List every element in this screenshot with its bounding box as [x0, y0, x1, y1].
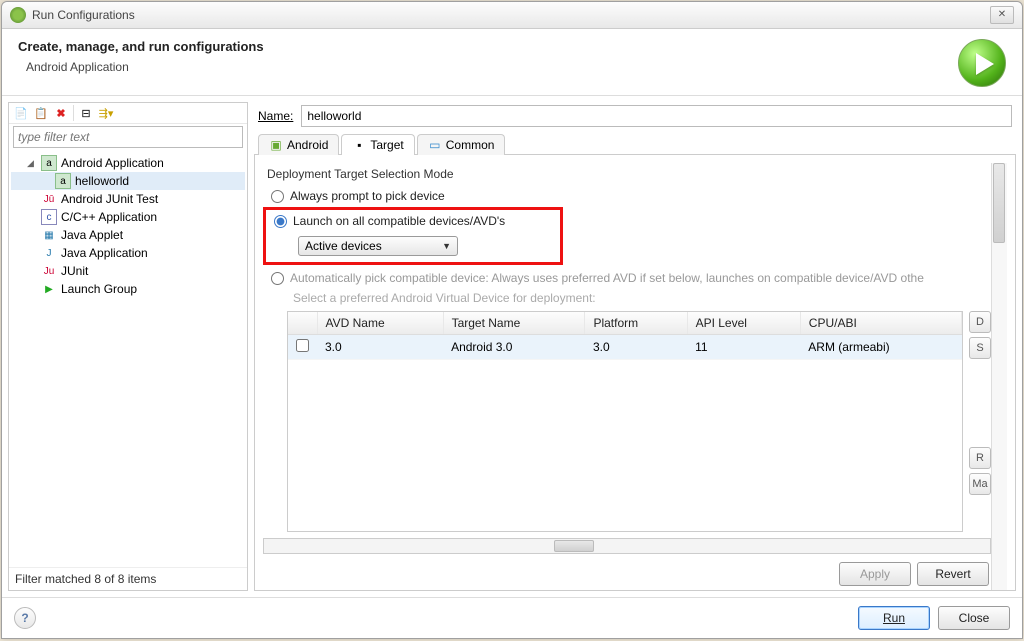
config-toolbar: 📄 📋 ✖ ⊟ ⇶▾ [9, 103, 247, 124]
run-config-dialog: Run Configurations ✕ Create, manage, and… [1, 1, 1023, 639]
section-title: Deployment Target Selection Mode [267, 167, 991, 181]
radio-launch-all-input[interactable] [274, 215, 287, 228]
tab-android[interactable]: ▣ Android [258, 134, 339, 155]
titlebar[interactable]: Run Configurations ✕ [2, 2, 1022, 29]
name-label: Name: [258, 109, 293, 123]
target-tab-icon: ▪ [352, 138, 366, 152]
tree-item-android-app[interactable]: ◢ a Android Application [11, 154, 245, 172]
cell-avd: 3.0 [317, 335, 443, 360]
close-button[interactable]: Close [938, 606, 1010, 630]
radio-auto[interactable]: Automatically pick compatible device: Al… [263, 269, 991, 287]
chevron-down-icon: ▼ [442, 241, 451, 251]
tree-item-helloworld[interactable]: a helloworld [11, 172, 245, 190]
cell-api: 11 [687, 335, 800, 360]
app-icon [10, 7, 26, 23]
highlight-annotation: Launch on all compatible devices/AVD's A… [263, 207, 563, 265]
avd-row-checkbox[interactable] [296, 339, 309, 352]
filter-input[interactable] [13, 126, 243, 148]
android-config-icon: a [55, 173, 71, 189]
tree-label: helloworld [75, 174, 129, 188]
common-tab-icon: ▭ [428, 138, 442, 152]
cell-platform: 3.0 [585, 335, 687, 360]
filter-icon[interactable]: ⇶▾ [98, 105, 114, 121]
tree-label: C/C++ Application [61, 210, 157, 224]
delete-config-icon[interactable]: ✖ [53, 105, 69, 121]
radio-prompt[interactable]: Always prompt to pick device [263, 187, 991, 205]
combo-value: Active devices [305, 239, 382, 253]
vertical-scrollbar[interactable] [991, 163, 1007, 590]
tab-label: Android [287, 138, 328, 152]
horizontal-scrollbar[interactable] [263, 538, 991, 554]
col-api[interactable]: API Level [687, 312, 800, 335]
config-name-input[interactable] [301, 105, 1012, 127]
header: Create, manage, and run configurations A… [2, 29, 1022, 96]
tree-label: Android JUnit Test [61, 192, 158, 206]
java-icon: J [41, 245, 57, 261]
applet-icon: ▦ [41, 227, 57, 243]
revert-button[interactable]: Revert [917, 562, 989, 586]
col-target[interactable]: Target Name [443, 312, 585, 335]
window-title: Run Configurations [32, 8, 988, 22]
side-button-s[interactable]: S [969, 337, 991, 359]
cell-cpu: ARM (armeabi) [800, 335, 961, 360]
tree-item-junit[interactable]: Ju JUnit [11, 262, 245, 280]
run-hero-icon [958, 39, 1006, 87]
col-cpu[interactable]: CPU/ABI [800, 312, 961, 335]
tree-item-cpp[interactable]: c C/C++ Application [11, 208, 245, 226]
tree-item-java-applet[interactable]: ▦ Java Applet [11, 226, 245, 244]
tab-label: Target [370, 138, 403, 152]
cpp-icon: c [41, 209, 57, 225]
tab-target[interactable]: ▪ Target [341, 134, 414, 155]
avd-hint: Select a preferred Android Virtual Devic… [293, 291, 991, 305]
run-button[interactable]: Run [858, 606, 930, 630]
radio-prompt-input[interactable] [271, 190, 284, 203]
tree-label: JUnit [61, 264, 88, 278]
left-panel: 📄 📋 ✖ ⊟ ⇶▾ ◢ a Android Application a hel… [8, 102, 248, 591]
android-tab-icon: ▣ [269, 138, 283, 152]
header-title: Create, manage, and run configurations [18, 39, 958, 54]
tab-common[interactable]: ▭ Common [417, 134, 506, 155]
tree-item-launch-group[interactable]: ▶ Launch Group [11, 280, 245, 298]
expand-toggle-icon[interactable]: ◢ [27, 158, 37, 169]
filter-status: Filter matched 8 of 8 items [9, 567, 247, 590]
side-button-m[interactable]: Ma [969, 473, 991, 495]
tab-label: Common [446, 138, 495, 152]
col-avd[interactable]: AVD Name [317, 312, 443, 335]
col-platform[interactable]: Platform [585, 312, 687, 335]
table-row[interactable]: 3.0 Android 3.0 3.0 11 ARM (armeabi) [288, 335, 962, 360]
android-config-icon: a [41, 155, 57, 171]
cell-target: Android 3.0 [443, 335, 585, 360]
tree-label: Java Application [61, 246, 148, 260]
side-button-r[interactable]: R [969, 447, 991, 469]
config-tree[interactable]: ◢ a Android Application a helloworld Jū … [9, 150, 247, 567]
junit-icon: Jū [41, 191, 57, 207]
radio-launch-all[interactable]: Launch on all compatible devices/AVD's [266, 212, 560, 230]
radio-label: Always prompt to pick device [290, 189, 445, 203]
tree-label: Android Application [61, 156, 164, 170]
tree-item-java-app[interactable]: J Java Application [11, 244, 245, 262]
radio-auto-input[interactable] [271, 272, 284, 285]
avd-table[interactable]: AVD Name Target Name Platform API Level … [287, 311, 963, 532]
bottombar: ? Run Close [2, 597, 1022, 638]
toolbar-separator [73, 105, 74, 121]
device-filter-combo[interactable]: Active devices ▼ [298, 236, 458, 256]
new-config-icon[interactable]: 📄 [13, 105, 29, 121]
apply-button[interactable]: Apply [839, 562, 911, 586]
tree-label: Java Applet [61, 228, 123, 242]
side-button-d[interactable]: D [969, 311, 991, 333]
close-window-icon[interactable]: ✕ [990, 6, 1014, 24]
tree-item-android-junit[interactable]: Jū Android JUnit Test [11, 190, 245, 208]
tabstrip: ▣ Android ▪ Target ▭ Common [254, 133, 1016, 155]
tree-label: Launch Group [61, 282, 137, 296]
radio-label: Automatically pick compatible device: Al… [290, 271, 924, 285]
launch-group-icon: ▶ [41, 281, 57, 297]
right-panel: Name: ▣ Android ▪ Target ▭ Common [254, 102, 1016, 591]
help-button[interactable]: ? [14, 607, 36, 629]
duplicate-config-icon[interactable]: 📋 [33, 105, 49, 121]
junit-icon: Ju [41, 263, 57, 279]
radio-label: Launch on all compatible devices/AVD's [293, 214, 505, 228]
collapse-all-icon[interactable]: ⊟ [78, 105, 94, 121]
header-subtitle: Android Application [26, 60, 958, 74]
